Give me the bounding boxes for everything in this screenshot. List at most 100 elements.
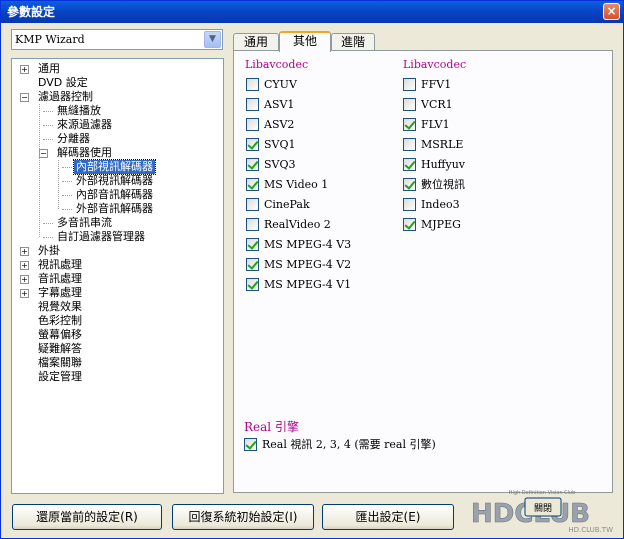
checkbox-icon[interactable]: [246, 138, 259, 151]
tree-item[interactable]: 外部視訊解碼器: [74, 174, 155, 188]
tree-item[interactable]: 內部視訊解碼器: [73, 159, 156, 175]
tree-item[interactable]: 分離器: [55, 132, 92, 146]
codec-label: CYUV: [264, 78, 297, 91]
tab-advanced[interactable]: 進階: [331, 33, 375, 51]
checkbox-icon[interactable]: [403, 78, 416, 91]
tree-item-label: 來源過濾器: [57, 118, 112, 131]
codec-label: MS MPEG-4 V1: [264, 278, 352, 291]
codec-checkbox[interactable]: MJPEG: [403, 218, 461, 232]
expand-icon[interactable]: +: [20, 261, 29, 270]
tree-item[interactable]: 音訊處理: [36, 272, 84, 286]
checkbox-icon[interactable]: [246, 218, 259, 231]
close-button[interactable]: ×: [603, 3, 620, 20]
tab-general[interactable]: 通用: [233, 33, 279, 51]
checkbox-icon[interactable]: [244, 438, 257, 451]
tree-item[interactable]: 解碼器使用: [55, 146, 114, 160]
codec-checkbox[interactable]: SVQ1: [246, 138, 296, 152]
codec-checkbox[interactable]: MS MPEG-4 V2: [246, 258, 351, 272]
checkbox-icon[interactable]: [246, 198, 259, 211]
checkbox-icon[interactable]: [246, 158, 259, 171]
tree-item-label: 視訊處理: [38, 258, 82, 271]
tree-item[interactable]: 無縫播放: [55, 104, 103, 118]
checkbox-icon[interactable]: [403, 198, 416, 211]
tree-item[interactable]: 螢幕偏移: [36, 328, 84, 342]
checkbox-icon[interactable]: [403, 158, 416, 171]
tree-item-label: 多音訊串流: [57, 216, 112, 229]
tree-item[interactable]: 多音訊串流: [55, 216, 114, 230]
tree-item[interactable]: 字幕處理: [36, 286, 84, 300]
chevron-down-icon[interactable]: ▼: [204, 31, 221, 48]
tree-item[interactable]: 檔案關聯: [36, 356, 84, 370]
codec-checkbox[interactable]: ASV1: [246, 98, 294, 112]
codec-label: FFV1: [421, 78, 452, 91]
tree-connector: [43, 223, 53, 224]
expand-icon[interactable]: +: [20, 65, 29, 74]
codec-checkbox[interactable]: FLV1: [403, 118, 450, 132]
tree-item-label: 檔案關聯: [38, 356, 82, 369]
checkbox-icon[interactable]: [246, 118, 259, 131]
checkbox-icon[interactable]: [403, 138, 416, 151]
tree-item[interactable]: 色彩控制: [36, 314, 84, 328]
codec-checkbox[interactable]: MSRLE: [403, 138, 463, 152]
expand-icon[interactable]: +: [20, 247, 29, 256]
checkbox-icon[interactable]: [246, 178, 259, 191]
tree-item[interactable]: 視覺效果: [36, 300, 84, 314]
tab-panel-other: Libavcodec CYUV ASV1 ASV2 SVQ1 SVQ3 MS Video …: [233, 50, 613, 493]
tree-item[interactable]: 設定管理: [36, 370, 84, 384]
tree-item[interactable]: 自訂過濾器管理器: [55, 230, 147, 244]
codec-label: Huffyuv: [421, 158, 466, 171]
tree-item-label: 設定管理: [38, 370, 82, 383]
tree-connector: [62, 195, 72, 196]
checkbox-icon[interactable]: [403, 218, 416, 231]
title-bar: 參數設定 ×: [1, 1, 623, 23]
preset-dropdown[interactable]: KMP Wizard ▼: [11, 29, 223, 50]
checkbox-icon[interactable]: [246, 98, 259, 111]
tree-item-label: 疑難解答: [38, 342, 82, 355]
left-group-title: Libavcodec: [245, 58, 309, 71]
checkbox-icon[interactable]: [403, 98, 416, 111]
collapse-icon[interactable]: −: [39, 149, 48, 158]
codec-checkbox[interactable]: FFV1: [403, 78, 451, 92]
checkbox-icon[interactable]: [246, 238, 259, 251]
tree-item[interactable]: 外掛: [36, 244, 62, 258]
checkbox-icon[interactable]: [246, 278, 259, 291]
restore-settings-button[interactable]: 還原當前的設定(R): [12, 504, 162, 530]
codec-label: ASV1: [264, 98, 295, 111]
tree-item[interactable]: 來源過濾器: [55, 118, 114, 132]
tree-item-label: 視覺效果: [38, 300, 82, 313]
codec-checkbox[interactable]: SVQ3: [246, 158, 296, 172]
codec-checkbox[interactable]: MS Video 1: [246, 178, 328, 192]
reset-defaults-button[interactable]: 回復系統初始設定(I): [172, 504, 314, 530]
real-video-checkbox[interactable]: Real 視訊 2, 3, 4 (需要 real 引擎): [244, 438, 436, 452]
codec-checkbox[interactable]: CinePak: [246, 198, 310, 212]
expand-icon[interactable]: +: [20, 289, 29, 298]
tree-item[interactable]: 疑難解答: [36, 342, 84, 356]
codec-checkbox[interactable]: CYUV: [246, 78, 297, 92]
checkbox-icon[interactable]: [403, 118, 416, 131]
tree-item[interactable]: 濾過器控制: [36, 90, 95, 104]
expand-icon[interactable]: +: [20, 275, 29, 284]
codec-checkbox[interactable]: Indeo3: [403, 198, 460, 212]
watermark-button-label: 關閉: [534, 503, 552, 514]
tree-item-label: 字幕處理: [38, 286, 82, 299]
codec-checkbox[interactable]: MS MPEG-4 V1: [246, 278, 351, 292]
export-settings-button[interactable]: 匯出設定(E): [322, 504, 454, 530]
tree-item[interactable]: DVD 設定: [36, 76, 90, 90]
checkbox-icon[interactable]: [403, 178, 416, 191]
codec-checkbox[interactable]: 數位視訊: [403, 178, 465, 192]
tree-item[interactable]: 外部音訊解碼器: [74, 202, 155, 216]
tree-connector: [58, 160, 59, 209]
codec-checkbox[interactable]: MS MPEG-4 V3: [246, 238, 351, 252]
tree-item[interactable]: 視訊處理: [36, 258, 84, 272]
codec-checkbox[interactable]: VCR1: [403, 98, 453, 112]
tree-item[interactable]: 通用: [36, 62, 62, 76]
tab-other[interactable]: 其他: [279, 31, 331, 52]
codec-checkbox[interactable]: RealVideo 2: [246, 218, 331, 232]
checkbox-icon[interactable]: [246, 78, 259, 91]
tree-item[interactable]: 內部音訊解碼器: [74, 188, 155, 202]
checkbox-icon[interactable]: [246, 258, 259, 271]
tree-item-label: 外部音訊解碼器: [76, 202, 153, 215]
codec-checkbox[interactable]: Huffyuv: [403, 158, 465, 172]
codec-checkbox[interactable]: ASV2: [246, 118, 294, 132]
collapse-icon[interactable]: −: [20, 93, 29, 102]
